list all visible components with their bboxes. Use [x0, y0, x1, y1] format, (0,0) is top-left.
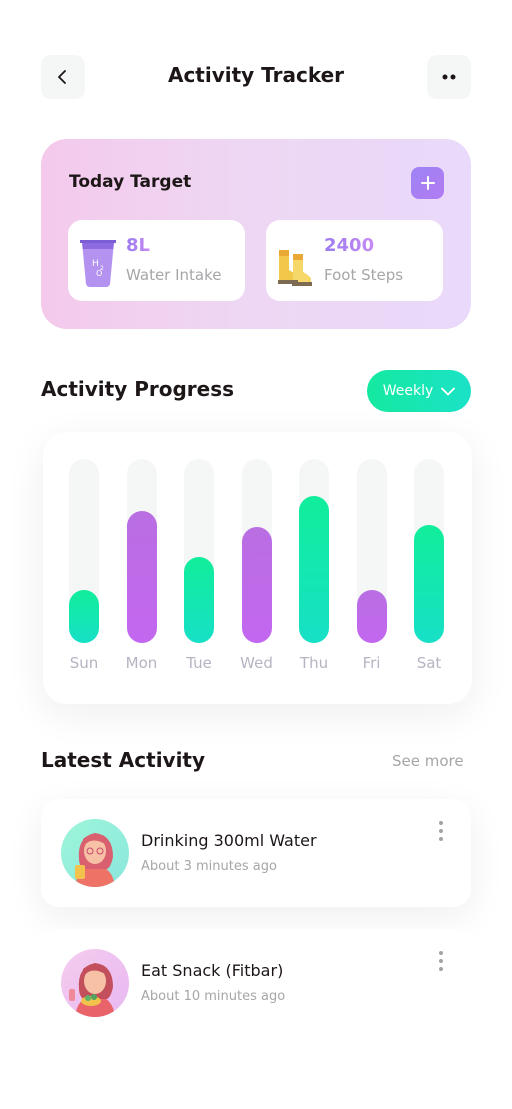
- activity-menu-button[interactable]: [435, 951, 447, 971]
- foot-steps-value: 2400: [324, 235, 375, 256]
- today-target-title: Today Target: [69, 172, 192, 192]
- chevron-down-icon: [441, 387, 456, 395]
- activity-time: About 10 minutes ago: [141, 989, 286, 1004]
- foot-steps-target[interactable]: 2400 Foot Steps: [266, 220, 443, 301]
- boots-icon: [278, 250, 312, 286]
- water-intake-label: Water Intake: [126, 266, 222, 284]
- kebab-dot-icon: [439, 837, 443, 841]
- more-options-button[interactable]: [427, 55, 471, 99]
- foot-steps-label: Foot Steps: [324, 266, 404, 284]
- bar-track: [126, 459, 157, 643]
- day-label-mon: Mon: [125, 654, 158, 672]
- day-label-tue: Tue: [186, 654, 212, 672]
- bar-track: [69, 459, 99, 643]
- bar-sun[interactable]: [69, 590, 99, 643]
- bar-tue[interactable]: [184, 557, 214, 643]
- svg-text:O: O: [96, 269, 102, 278]
- bar-wed[interactable]: [241, 527, 272, 643]
- day-label-fri: Fri: [362, 654, 381, 672]
- kebab-dot-icon: [439, 967, 443, 971]
- bar-track: [184, 459, 214, 643]
- bar-track: [241, 459, 272, 643]
- latest-activity-title: Latest Activity: [41, 748, 206, 772]
- water-intake-target[interactable]: H 2 O 8L Water Intake: [68, 220, 245, 301]
- avatar: [61, 819, 129, 887]
- kebab-dot-icon: [439, 959, 443, 963]
- bar-sat[interactable]: [414, 525, 444, 643]
- plus-icon: [420, 176, 435, 190]
- bar-mon[interactable]: [126, 511, 157, 643]
- more-dots-icon: [442, 74, 456, 80]
- today-target-card: Today Target H 2 O 8L Water Intake 2400 …: [41, 139, 471, 329]
- girl-eating-illustration: [69, 963, 115, 1017]
- activity-item-snack[interactable]: Eat Snack (Fitbar) About 10 minutes ago: [41, 929, 471, 1037]
- activity-menu-button[interactable]: [435, 821, 447, 841]
- girl-drinking-illustration: [75, 833, 115, 887]
- day-label-sat: Sat: [416, 654, 442, 672]
- header: Activity Tracker: [0, 0, 512, 140]
- avatar: [61, 949, 129, 1017]
- water-glass-icon: H 2 O: [80, 240, 116, 287]
- activity-title: Drinking 300ml Water: [141, 831, 317, 850]
- day-label-sun: Sun: [69, 654, 99, 672]
- day-label-thu: Thu: [299, 654, 329, 672]
- see-more-link[interactable]: See more: [392, 752, 464, 770]
- activity-progress-title: Activity Progress: [41, 377, 235, 401]
- bar-track: [414, 459, 444, 643]
- kebab-dot-icon: [439, 829, 443, 833]
- day-label-wed: Wed: [240, 654, 273, 672]
- bar-track: [356, 459, 387, 643]
- period-dropdown[interactable]: Weekly: [367, 370, 471, 412]
- activity-title: Eat Snack (Fitbar): [141, 961, 284, 980]
- bar-fri[interactable]: [356, 590, 387, 643]
- kebab-dot-icon: [439, 951, 443, 955]
- water-intake-value: 8L: [126, 235, 150, 256]
- svg-text:H: H: [92, 259, 99, 269]
- activity-item-water[interactable]: Drinking 300ml Water About 3 minutes ago: [41, 799, 471, 907]
- kebab-dot-icon: [439, 821, 443, 825]
- activity-time: About 3 minutes ago: [141, 859, 277, 874]
- bar-track: [299, 459, 329, 643]
- add-target-button[interactable]: [411, 167, 444, 199]
- activity-progress-chart: Sun Mon Tue Wed Thu Fri Sat: [43, 432, 472, 704]
- period-dropdown-label: Weekly: [382, 383, 434, 399]
- bar-thu[interactable]: [299, 496, 329, 643]
